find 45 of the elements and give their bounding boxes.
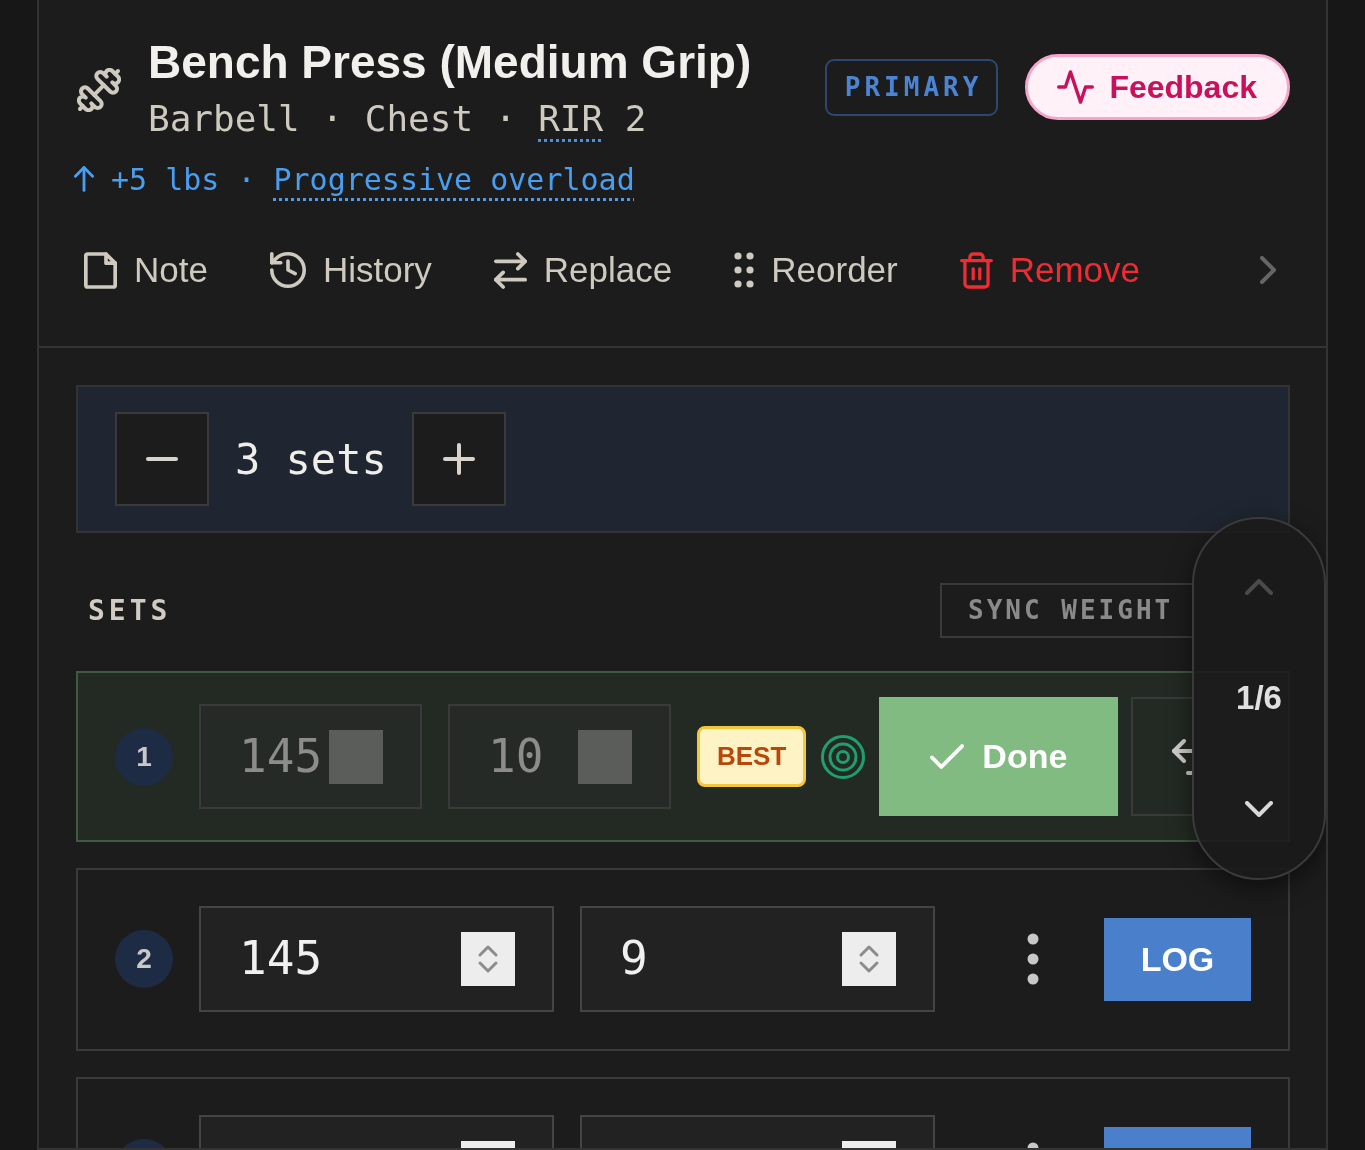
exercise-details: Barbell · Chest · RIR 2	[148, 97, 648, 141]
set-position: 1/6	[1236, 678, 1282, 719]
check-icon	[930, 744, 965, 769]
replace-button[interactable]: Replace	[493, 243, 673, 297]
chevron-right-icon[interactable]	[1260, 256, 1276, 284]
sync-weight-button[interactable]: SYNC WEIGHT	[940, 583, 1192, 638]
reorder-button[interactable]: Reorder	[734, 243, 898, 297]
weight-input[interactable]: 145	[199, 704, 422, 809]
dumbbell-icon	[77, 68, 121, 112]
history-icon	[269, 252, 306, 288]
best-badge: BEST	[697, 726, 807, 787]
abbreviation-hint[interactable]: RIR	[538, 98, 604, 139]
remove-button[interactable]: Remove	[959, 243, 1141, 297]
trash-icon	[959, 251, 993, 289]
progressive-overload-link[interactable]: Progressive overload	[273, 156, 635, 202]
chevron-down-icon[interactable]	[1245, 801, 1273, 817]
set-number: 2	[115, 930, 173, 988]
section-title: SETS	[88, 592, 172, 629]
reps-input[interactable]: 10	[448, 704, 671, 809]
arrow-up-icon	[74, 166, 94, 192]
exercise-title: Bench Press (Medium Grip)	[148, 35, 752, 90]
more-options-icon[interactable]	[1026, 933, 1039, 985]
note-icon	[84, 251, 117, 289]
set-number: 1	[115, 727, 173, 786]
feedback-button[interactable]: Feedback	[1025, 54, 1290, 120]
history-button[interactable]: History	[269, 243, 432, 297]
increase-sets-button[interactable]	[411, 412, 506, 506]
swap-arrows-icon	[493, 251, 527, 289]
set-count: 3 sets	[235, 433, 387, 486]
weight-input[interactable]: 145	[199, 906, 554, 1012]
plus-icon	[442, 443, 475, 475]
disabled-spinner-icon	[329, 729, 383, 784]
role-badge: PRIMARY	[824, 58, 999, 116]
undo-icon	[1172, 738, 1193, 775]
drag-handle-icon	[734, 252, 755, 288]
log-button[interactable]: LOG	[1104, 917, 1251, 1001]
reps-input[interactable]: 9	[580, 906, 935, 1012]
minus-icon	[146, 457, 178, 461]
disabled-spinner-icon	[578, 729, 632, 784]
spinner-icon[interactable]	[461, 932, 515, 986]
target-icon	[821, 734, 866, 779]
weight-progression: +5 lbs ·	[111, 160, 256, 199]
pulse-icon	[1057, 70, 1095, 104]
note-button[interactable]: Note	[84, 243, 208, 297]
spinner-icon[interactable]	[842, 932, 896, 986]
